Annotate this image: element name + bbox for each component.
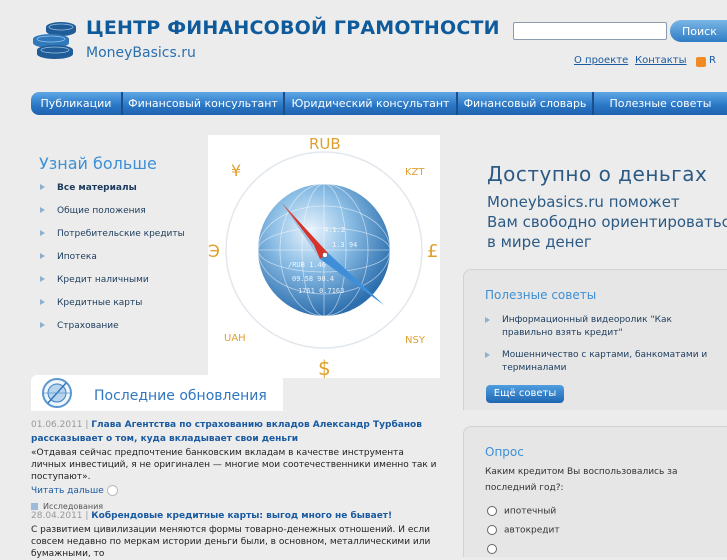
poll-panel: Опрос Каким кредитом Вы воспользовались …	[463, 426, 727, 557]
radio-button[interactable]	[487, 525, 497, 535]
promo-title: Доступно о деньгах	[487, 162, 708, 186]
globe-inner-text: 1761 0.7163	[298, 287, 344, 295]
news-title-link[interactable]: Кобрендовые кредитные карты: выгод много…	[91, 511, 392, 521]
news-excerpt: С развитием цивилизации меняются формы т…	[31, 525, 431, 559]
poll-option-mortgage[interactable]: ипотечный	[487, 506, 556, 517]
sidebar-menu: Все материалы Общие положения Потребител…	[40, 180, 185, 341]
currency-label-jpy: ¥	[231, 161, 241, 180]
read-more-arrow-icon[interactable]	[106, 485, 118, 496]
news-item: 28.04.2011 | Кобрендовые кредитные карты…	[31, 509, 441, 560]
promo-line: в мире денег	[487, 233, 592, 251]
currency-label-uah: UAH	[224, 333, 246, 344]
arrow-right-icon	[40, 322, 45, 328]
arrow-right-icon	[40, 184, 45, 190]
globe-inner-text: 09.58 98.4	[292, 275, 334, 283]
tips-heading: Полезные советы	[485, 288, 597, 302]
arrow-right-icon	[40, 253, 45, 259]
news-date: 01.06.2011	[31, 420, 83, 430]
tips-panel: Полезные советы Информационный видеороли…	[463, 269, 727, 410]
currency-label-gbp: £	[427, 241, 438, 262]
updates-header: Последние обновления	[31, 375, 283, 411]
sidebar-item-cash-credit[interactable]: Кредит наличными	[40, 272, 185, 295]
currency-label-nsy: NSY	[405, 335, 426, 346]
arrow-right-icon	[485, 317, 490, 323]
globe-inner-text: /RUB 1.46	[288, 261, 326, 269]
sidebar-item-credit-cards[interactable]: Кредитные карты	[40, 295, 185, 318]
arrow-right-icon	[40, 276, 45, 282]
promo-line: Вам свободно ориентироваться	[487, 213, 727, 231]
sidebar-item-consumer-credit[interactable]: Потребительские кредиты	[40, 226, 185, 249]
search-button[interactable]: Поиск	[670, 20, 727, 42]
globe-updates-icon	[42, 378, 72, 408]
contacts-link[interactable]: Контакты	[635, 55, 686, 66]
currency-label-kzt: KZT	[405, 167, 425, 178]
tips-item-video[interactable]: Информационный видеоролик "Как правильно…	[485, 314, 717, 340]
poll-option-autocredit[interactable]: автокредит	[487, 525, 560, 536]
about-link[interactable]: О проекте	[574, 55, 628, 66]
currency-label-e: Э	[208, 242, 220, 262]
nav-financial-dictionary[interactable]: Финансовый словарь	[458, 92, 594, 115]
arrow-right-icon	[40, 299, 45, 305]
coins-logo-icon	[33, 22, 76, 59]
globe-compass-image: 4.1.2 /RUB 1.46 09.58 98.4 1761 0.7163 1…	[208, 135, 440, 380]
poll-option-third[interactable]	[487, 544, 504, 555]
promo-line: Moneybasics.ru поможет	[487, 193, 680, 211]
nav-publications[interactable]: Публикации	[31, 92, 123, 115]
main-nav: Публикации Финансовый консультант Юридич…	[31, 92, 727, 115]
sidebar-heading: Узнай больше	[39, 154, 157, 173]
nav-financial-consultant[interactable]: Финансовый консультант	[123, 92, 285, 115]
nav-legal-consultant[interactable]: Юридический консультант	[285, 92, 458, 115]
poll-heading: Опрос	[485, 445, 524, 459]
arrow-right-icon	[485, 352, 490, 358]
currency-label-rub: RUB	[309, 135, 341, 153]
poll-question: Каким кредитом Вы воспользовались за пос…	[485, 467, 678, 493]
search-input[interactable]	[513, 22, 667, 40]
sidebar-item-insurance[interactable]: Страхование	[40, 318, 185, 341]
globe-compass-icon: 4.1.2 /RUB 1.46 09.58 98.4 1761 0.7163 1…	[208, 135, 438, 380]
currency-label-usd: $	[318, 356, 331, 378]
more-tips-button[interactable]: Ещё советы	[486, 385, 564, 403]
arrow-right-icon	[40, 207, 45, 213]
rss-link[interactable]: R	[709, 55, 716, 66]
news-date: 28.04.2011	[31, 511, 83, 521]
nav-useful-tips[interactable]: Полезные советы	[594, 92, 727, 115]
rss-icon[interactable]	[696, 57, 706, 67]
tips-item-fraud[interactable]: Мошенничество с картами, банкоматами и т…	[485, 349, 717, 375]
sidebar-item-all[interactable]: Все материалы	[40, 180, 185, 203]
globe-inner-text: 4.1.2	[324, 226, 345, 234]
radio-button[interactable]	[487, 506, 497, 516]
site-title: ЦЕНТР ФИНАНСОВОЙ ГРАМОТНОСТИ	[86, 17, 500, 39]
arrow-right-icon	[40, 230, 45, 236]
news-item: 01.06.2011 | Глава Агентства по страхова…	[31, 418, 441, 514]
radio-button[interactable]	[487, 544, 497, 554]
globe-inner-text: 1.3 94	[332, 241, 357, 249]
sidebar-item-mortgage[interactable]: Ипотека	[40, 249, 185, 272]
read-more-link[interactable]: Читать дальше	[31, 486, 104, 496]
site-subtitle: MoneyBasics.ru	[86, 45, 196, 61]
news-excerpt: «Отдавая сейчас предпочтение банковским …	[31, 448, 437, 482]
updates-heading: Последние обновления	[94, 388, 267, 404]
sidebar-item-general[interactable]: Общие положения	[40, 203, 185, 226]
